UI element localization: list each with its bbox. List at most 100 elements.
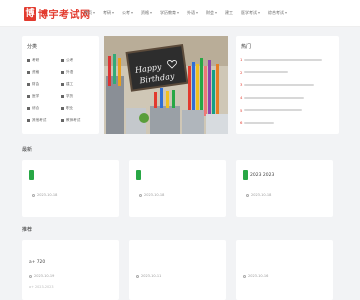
nav-item[interactable]: 外语 [187, 9, 198, 17]
category-bullet-icon [27, 107, 30, 110]
nav-item-label: 考研 [103, 10, 111, 15]
chevron-down-icon [93, 12, 95, 14]
nav-item[interactable]: 考研 [103, 9, 114, 17]
chevron-down-icon [112, 12, 114, 14]
hot-card-title: 热门 [241, 44, 252, 50]
nav-item-label: 外语 [187, 10, 195, 15]
category-item[interactable]: 考研 [27, 58, 61, 63]
hot-rank: 1 [240, 57, 243, 62]
chevron-down-icon [177, 12, 179, 14]
clock-icon [139, 193, 142, 197]
article-date: 2023-10-11 [141, 274, 162, 278]
nav-item[interactable]: 首页 [84, 9, 95, 17]
hot-rank: 3 [240, 82, 243, 88]
article-date: 2023-10-19 [34, 274, 55, 278]
nav-item-label: 财会 [206, 10, 214, 15]
hot-list-item[interactable]: 5 [240, 108, 335, 113]
nav-item-label: 医学考试 [241, 10, 257, 15]
hot-title [244, 83, 314, 86]
article-card[interactable]: 2023-10-11 [129, 240, 226, 300]
category-bullet-icon [27, 71, 30, 74]
article-card[interactable]: 2023-10-16 [236, 240, 333, 300]
news-card[interactable]: 2023-10-18 [22, 160, 119, 217]
news-meta: 2023-10-18 [246, 193, 271, 197]
chevron-down-icon [150, 12, 152, 14]
logo-text: 博宇考试网 [38, 10, 91, 21]
birthday-photo: Happy Birthday [104, 36, 228, 134]
hot-rank: 5 [240, 107, 243, 113]
nav-item-label: 建工 [225, 10, 233, 15]
hot-rank: 4 [240, 95, 243, 101]
category-label: 建工 [66, 82, 74, 86]
news-date: 2023-10-18 [37, 193, 58, 197]
nav-item[interactable]: 学历教育 [160, 9, 179, 17]
nav-item-label: 公考 [122, 10, 130, 15]
article-date: 2023-10-16 [248, 274, 269, 278]
category-item[interactable]: 职业 [61, 106, 95, 111]
article-card[interactable]: a+ 720 2023-10-19 a+ 2023-2023 [22, 240, 119, 300]
category-list: 考研 公考资格 外语财会 建工医学 学历综合 职业其他考试 教师考试 [27, 58, 97, 123]
category-bullet-icon [61, 107, 64, 110]
category-item[interactable]: 学历 [61, 94, 95, 99]
site-header: 博 博宇考试网 首页 考研 公考 资格 学历教育 外语 财会 建工 医学考试 综合考试 [0, 0, 360, 27]
news-title-row [136, 170, 143, 180]
news-date: 2023-10-18 [251, 193, 272, 197]
category-item[interactable]: 外语 [61, 70, 95, 75]
news-tag [29, 170, 34, 180]
articles-section-title: 推荐 [22, 227, 33, 233]
chevron-down-icon [131, 12, 133, 14]
category-bullet-icon [61, 71, 64, 74]
chevron-down-icon [285, 12, 287, 14]
category-bullet-icon [27, 83, 30, 86]
category-item[interactable]: 财会 [27, 82, 61, 87]
hot-list: 1 2 3 4 5 6 [240, 57, 335, 133]
category-item[interactable]: 教师考试 [61, 118, 95, 123]
site-logo[interactable]: 博 博宇考试网 [24, 6, 91, 21]
category-item[interactable]: 公考 [61, 58, 95, 63]
hot-list-item[interactable]: 3 [240, 82, 335, 87]
news-card[interactable]: 2023-10-18 [129, 160, 226, 217]
chevron-down-icon [196, 12, 198, 14]
category-item[interactable]: 资格 [27, 70, 61, 75]
category-item[interactable]: 建工 [61, 82, 95, 87]
hot-title [244, 58, 322, 61]
news-tag [243, 170, 248, 180]
chevron-down-icon [215, 12, 217, 14]
nav-item[interactable]: 资格 [141, 9, 152, 17]
nav-item[interactable]: 医学考试 [241, 9, 260, 17]
category-item[interactable]: 综合 [27, 106, 61, 111]
hot-list-item[interactable]: 1 [240, 57, 335, 62]
nav-item-label: 首页 [84, 10, 92, 15]
news-date: 2023-10-18 [144, 193, 165, 197]
hot-list-item[interactable]: 6 [240, 120, 335, 125]
news-card[interactable]: 2023 2023 2023-10-18 [236, 160, 333, 217]
category-label: 教师考试 [66, 118, 81, 122]
nav-item[interactable]: 财会 [206, 9, 217, 17]
hot-title [244, 121, 274, 124]
category-bullet-icon [27, 95, 30, 98]
category-item[interactable]: 医学 [27, 94, 61, 99]
nav-item[interactable]: 综合考试 [268, 9, 287, 17]
nav-item[interactable]: 建工 [225, 9, 233, 17]
article-meta: 2023-10-11 [136, 274, 161, 278]
category-label: 医学 [32, 94, 40, 98]
category-bullet-icon [61, 59, 64, 62]
category-bullet-icon [61, 83, 64, 86]
news-meta: 2023-10-18 [32, 193, 57, 197]
banner-image[interactable]: Happy Birthday [104, 36, 228, 134]
article-meta: 2023-10-19 [29, 274, 54, 278]
logo-mark: 博 [24, 6, 36, 21]
news-tag [136, 170, 141, 180]
nav-item[interactable]: 公考 [122, 9, 133, 17]
clock-icon [29, 274, 32, 278]
category-bullet-icon [61, 95, 64, 98]
article-excerpt: a+ 2023-2023 [29, 285, 54, 289]
category-label: 其他考试 [32, 118, 47, 122]
hot-list-item[interactable]: 4 [240, 95, 335, 100]
category-item[interactable]: 其他考试 [27, 118, 61, 123]
category-bullet-icon [27, 59, 30, 62]
hot-title [244, 109, 302, 112]
hot-list-item[interactable]: 2 [240, 70, 335, 75]
category-label: 财会 [32, 82, 40, 86]
category-label: 资格 [32, 70, 40, 74]
